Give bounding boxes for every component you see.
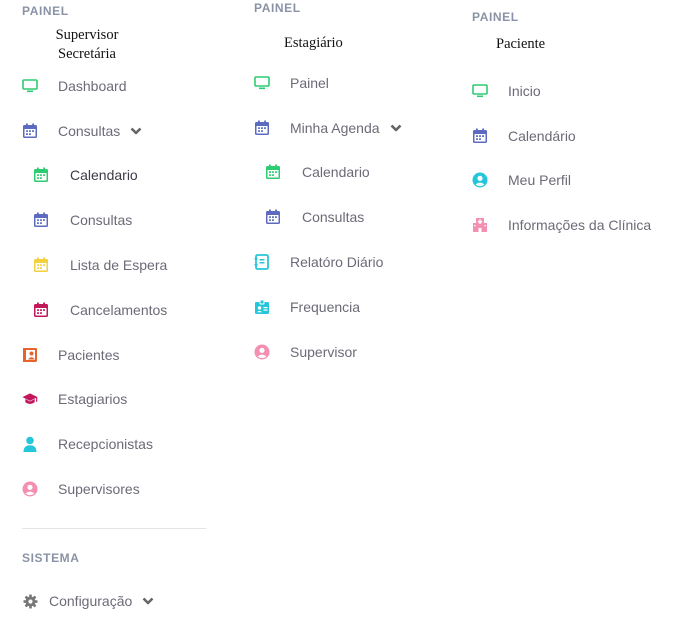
menu-item-supervisores[interactable]: Supervisores [22, 478, 140, 500]
menu-item-consultas-group[interactable]: Consultas [22, 120, 142, 142]
calendar-icon [265, 209, 281, 225]
calendar-icon [33, 167, 49, 183]
menu-item-label: Supervisores [58, 481, 140, 497]
chevron-down-icon[interactable] [390, 122, 402, 134]
menu-item-label: Minha Agenda [290, 120, 380, 136]
menu-item-label: Calendario [70, 167, 138, 183]
section-label-painel: PAINEL [254, 1, 301, 15]
calendar-icon [33, 212, 49, 228]
user-circle-icon [472, 172, 488, 188]
role-title: Paciente [496, 36, 546, 52]
person-icon [22, 436, 38, 452]
submenu-item-consultas[interactable]: Consultas [265, 206, 364, 228]
section-label-painel: PAINEL [472, 10, 519, 24]
role-title: Estagiário [284, 35, 343, 51]
menu-item-label: Recepcionistas [58, 436, 153, 452]
menu-item-label: Calendário [508, 128, 576, 144]
calendar-icon [254, 120, 270, 136]
chevron-down-icon[interactable] [142, 595, 154, 607]
submenu-item-consultas[interactable]: Consultas [33, 209, 132, 231]
hospital-icon [472, 217, 488, 233]
calendar-icon [22, 123, 38, 139]
menu-item-meu-perfil[interactable]: Meu Perfil [472, 169, 571, 191]
section-label-painel: PAINEL [22, 4, 69, 18]
menu-item-label: Relatóro Diário [290, 254, 384, 270]
menu-item-supervisor[interactable]: Supervisor [254, 341, 357, 363]
monitor-icon [472, 83, 488, 99]
divider [22, 528, 206, 529]
gear-icon [22, 593, 38, 609]
menu-item-label: Lista de Espera [70, 257, 168, 273]
submenu-item-calendario[interactable]: Calendario [265, 161, 370, 183]
calendar-icon [472, 128, 488, 144]
menu-item-label: Pacientes [58, 347, 120, 363]
graduation-cap-icon [22, 391, 38, 407]
section-label-sistema: SISTEMA [22, 551, 80, 565]
role-title-line1: Supervisor [55, 27, 119, 43]
menu-item-label: Configuração [49, 593, 133, 609]
menu-item-label: Inicio [508, 83, 541, 99]
report-icon [254, 254, 270, 270]
menu-item-label: Calendario [302, 164, 370, 180]
calendar-icon [33, 302, 49, 318]
menu-item-label: Consultas [302, 209, 365, 225]
menu-item-dashboard[interactable]: Dashboard [22, 75, 127, 97]
id-badge-icon [254, 299, 270, 315]
menu-item-label: Consultas [70, 212, 133, 228]
submenu-item-lista-de-espera[interactable]: Lista de Espera [33, 254, 167, 276]
monitor-icon [22, 78, 38, 94]
menu-item-frequencia[interactable]: Frequencia [254, 296, 360, 318]
menu-item-relatorio-diario[interactable]: Relatóro Diário [254, 251, 383, 273]
menu-item-recepcionistas[interactable]: Recepcionistas [22, 433, 153, 455]
chevron-down-icon[interactable] [130, 125, 142, 137]
menu-item-minha-agenda[interactable]: Minha Agenda [254, 117, 402, 139]
role-title-line2: Secretária [58, 46, 116, 62]
submenu-item-cancelamentos[interactable]: Cancelamentos [33, 299, 167, 321]
menu-item-painel[interactable]: Painel [254, 72, 329, 94]
menu-item-label: Dashboard [58, 78, 127, 94]
role-title: Supervisor Secretária [40, 26, 134, 64]
menu-item-label: Estagiarios [58, 391, 128, 407]
menu-item-label: Meu Perfil [508, 172, 572, 188]
menu-item-label: Frequencia [290, 299, 361, 315]
menu-item-pacientes[interactable]: Pacientes [22, 344, 119, 366]
monitor-icon [254, 75, 270, 91]
menu-item-informacoes-da-clinica[interactable]: Informações da Clínica [472, 214, 651, 236]
menu-item-label: Supervisor [290, 344, 357, 360]
menu-item-label: Informações da Clínica [508, 217, 652, 233]
menu-item-configuracao[interactable]: Configuração [22, 590, 154, 612]
user-circle-icon [22, 481, 38, 497]
user-circle-icon [254, 344, 270, 360]
submenu-item-calendario[interactable]: Calendario [33, 164, 138, 186]
menu-item-label: Consultas [58, 123, 121, 139]
menu-item-inicio[interactable]: Inicio [472, 80, 541, 102]
patient-card-icon [22, 347, 38, 363]
menu-item-label: Cancelamentos [70, 302, 168, 318]
calendar-icon [33, 257, 49, 273]
menu-item-label: Painel [290, 75, 329, 91]
menu-item-estagiarios[interactable]: Estagiarios [22, 388, 127, 410]
calendar-icon [265, 164, 281, 180]
menu-item-calendario[interactable]: Calendário [472, 125, 576, 147]
